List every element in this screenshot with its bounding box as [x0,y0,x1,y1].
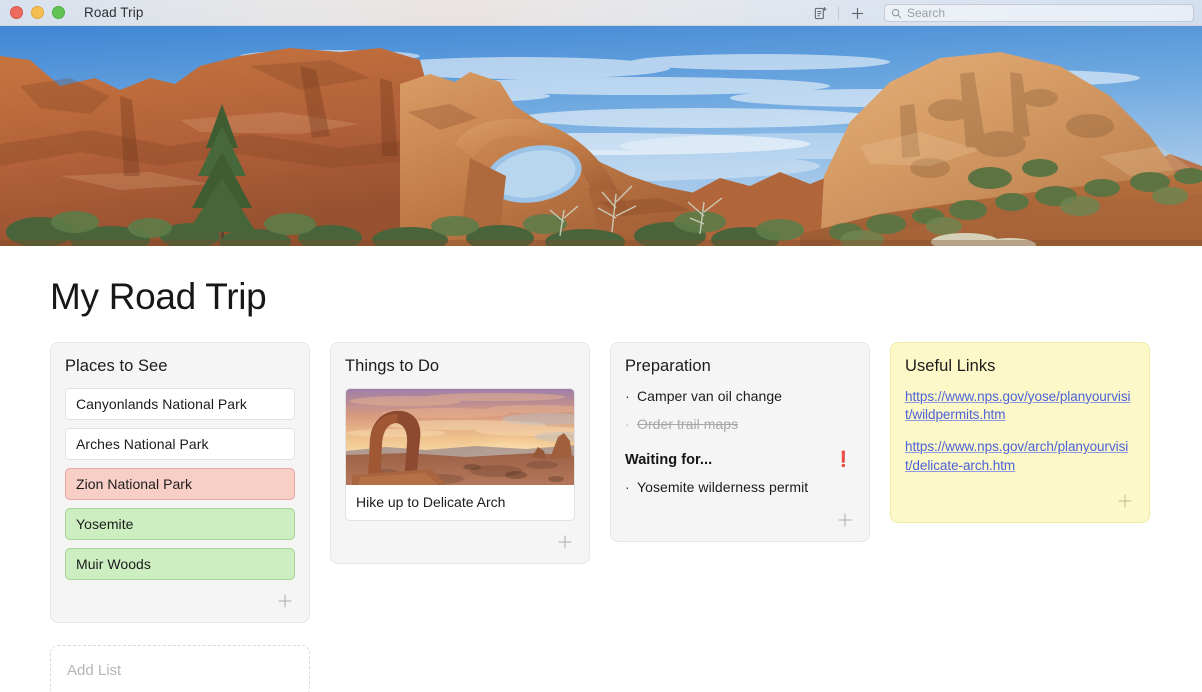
bullet-icon: · [625,416,630,433]
external-link[interactable]: https://www.nps.gov/yose/planyourvisit/w… [905,388,1135,425]
zoom-button[interactable] [52,6,65,19]
add-item-row[interactable] [625,507,855,533]
plus-icon[interactable] [844,2,870,24]
page-title: My Road Trip [50,276,267,317]
list-card-preparation[interactable]: Preparation · Camper van oil change · Or… [610,341,870,543]
search-input[interactable]: Search [884,4,1194,22]
subheading-row: Waiting for... ❗ [625,452,855,468]
list-item[interactable]: Yosemite [65,507,295,540]
close-button[interactable] [10,6,23,19]
exclamation-icon: ❗ [834,451,853,469]
window-titlebar: Road Trip Search [0,0,1202,26]
hero-banner-image [0,26,1202,246]
bullet-icon: · [625,387,630,404]
add-item-row[interactable] [905,488,1135,514]
list-title: Preparation [625,356,711,375]
toolbar-separator [838,6,839,20]
list-item[interactable]: Muir Woods [65,547,295,580]
add-item-row[interactable] [345,529,575,555]
list-card-things-to-do[interactable]: Things to Do Hike up to Delicate Arch [330,341,590,564]
list-item[interactable]: Arches National Park [65,427,295,460]
photo-item-caption: Hike up to Delicate Arch [356,493,506,510]
add-item-row[interactable] [65,588,295,614]
delicate-arch-photo [346,388,574,485]
search-icon [891,8,902,19]
checklist-item[interactable]: · Camper van oil change [625,388,855,406]
window-title: Road Trip [84,5,144,20]
list-title: Useful Links [905,356,996,375]
external-link[interactable]: https://www.nps.gov/arch/planyourvisit/d… [905,438,1135,475]
add-list-button[interactable]: Add List [50,644,310,692]
list-item[interactable]: Canyonlands National Park [65,387,295,420]
list-item-with-photo[interactable]: Hike up to Delicate Arch [345,387,575,521]
search-placeholder: Search [907,6,946,20]
checklist-item[interactable]: · Yosemite wilderness permit [625,479,855,497]
list-item[interactable]: Zion National Park [65,467,295,500]
checklist-item-label: Yosemite wilderness permit [637,478,809,495]
lists-container: Places to See Canyonlands National Park … [0,317,1202,623]
plus-icon[interactable] [277,593,293,609]
board-area: My Road Trip Places to See Canyonlands N… [0,246,1202,692]
list-title: Places to See [65,356,168,375]
list-card-places-to-see[interactable]: Places to See Canyonlands National Park … [50,341,310,623]
add-list-placeholder: Add List [67,662,122,680]
subheading-label: Waiting for... [625,451,713,468]
traffic-light-buttons [10,6,65,19]
list-card-useful-links[interactable]: Useful Links https://www.nps.gov/yose/pl… [890,341,1150,524]
plus-icon[interactable] [557,534,573,550]
checklist-item-label: Camper van oil change [637,387,783,404]
checklist-item-completed[interactable]: · Order trail maps [625,416,855,434]
checklist-item-label: Order trail maps [637,416,739,433]
minimize-button[interactable] [31,6,44,19]
list-title: Things to Do [345,356,440,375]
new-note-icon[interactable] [807,2,833,24]
plus-icon[interactable] [837,512,853,528]
bullet-icon: · [625,478,630,495]
plus-icon[interactable] [1117,493,1133,509]
page-title-row: My Road Trip [0,246,1202,317]
toolbar-right: Search [807,0,1202,25]
